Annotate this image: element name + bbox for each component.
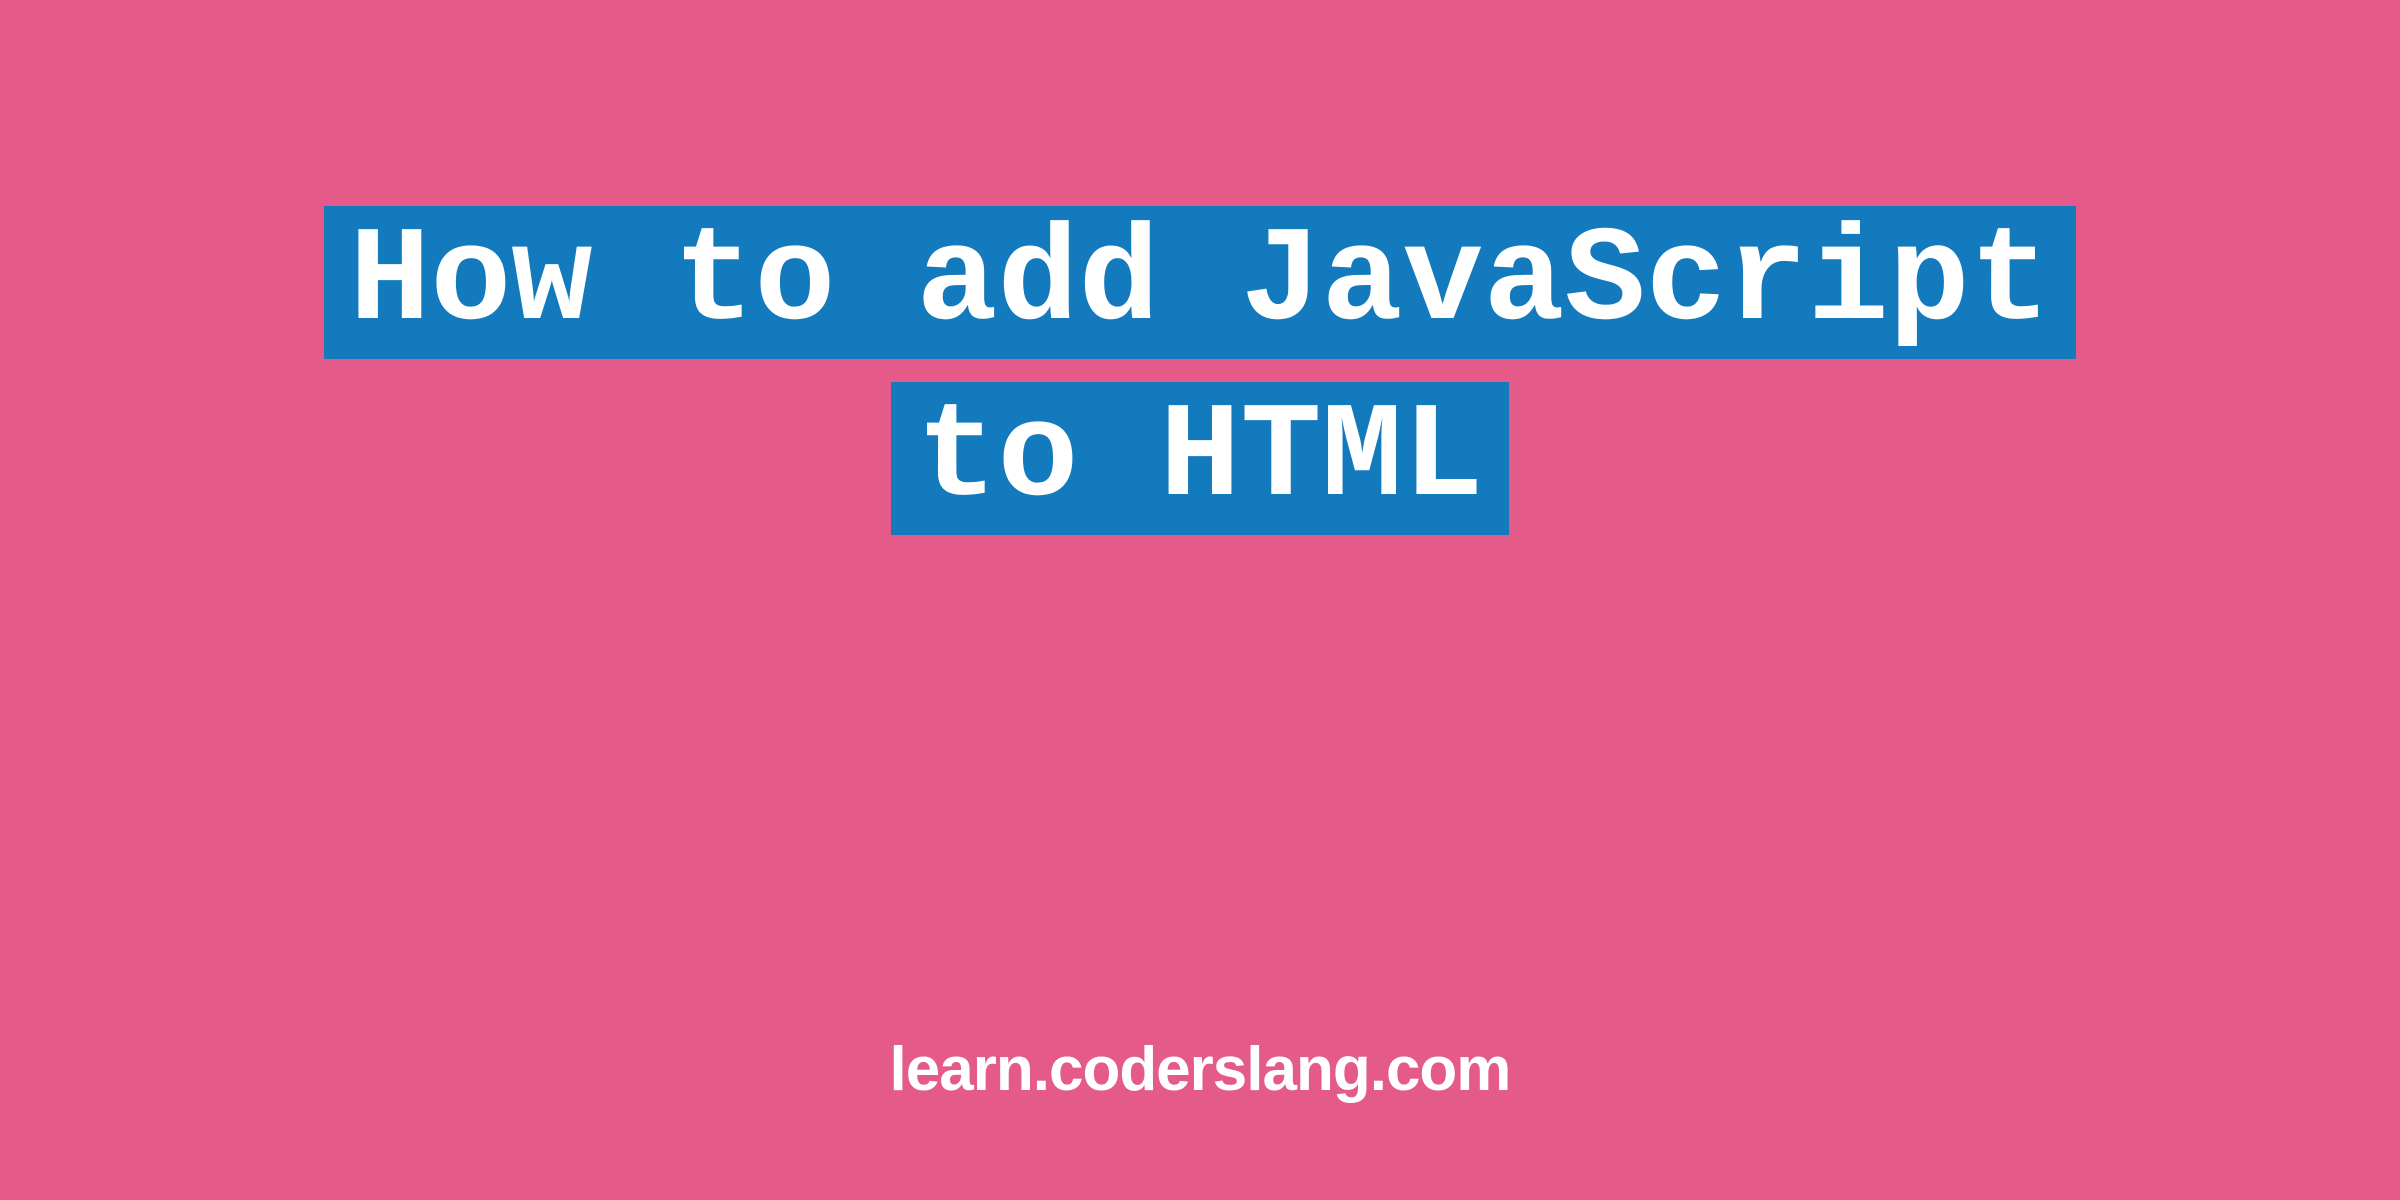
footer-domain: learn.coderslang.com [890,1034,1511,1105]
title-block: How to add JavaScript to HTML [324,195,2075,546]
title-line-2: to HTML [891,382,1508,535]
title-line-1: How to add JavaScript [324,206,2075,359]
